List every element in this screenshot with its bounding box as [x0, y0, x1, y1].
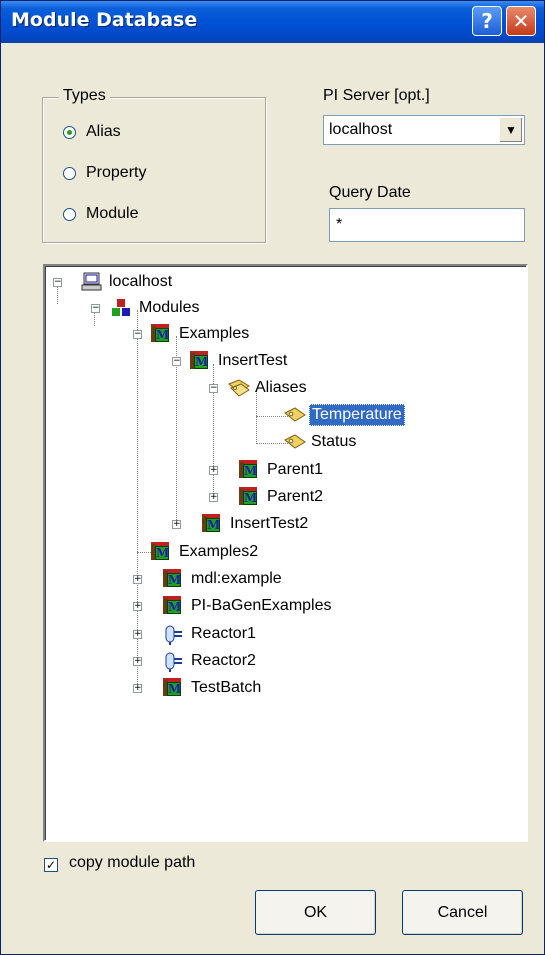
- title-bar[interactable]: Module Database ? ✕: [1, 1, 544, 43]
- expand-icon[interactable]: +: [133, 630, 142, 639]
- alias-tag-icon: [283, 432, 306, 452]
- radio-module[interactable]: Module: [63, 205, 138, 223]
- tree-node-label: PI-BaGenExamples: [191, 597, 332, 614]
- tree-node-label: Reactor2: [191, 652, 256, 669]
- module-icon: M: [163, 678, 183, 698]
- close-button[interactable]: ✕: [506, 6, 536, 36]
- query-date-input[interactable]: *: [329, 208, 525, 242]
- tree-node-label: Modules: [139, 299, 200, 316]
- tree-node-inserttest[interactable]: − M InsertTest: [172, 349, 289, 373]
- window-title: Module Database: [11, 9, 198, 31]
- module-icon: M: [239, 487, 259, 507]
- radio-alias-dot[interactable]: [63, 125, 76, 139]
- modules-icon: [111, 298, 131, 318]
- collapse-icon[interactable]: −: [91, 304, 100, 313]
- tree-node-label: InsertTest: [218, 352, 288, 369]
- tree-node-label: Reactor1: [191, 625, 256, 642]
- expand-icon[interactable]: +: [209, 493, 218, 502]
- tree-node-reactor1[interactable]: + Reactor1: [133, 622, 258, 646]
- chevron-down-icon[interactable]: ▼: [499, 117, 523, 143]
- tree-node-mdl-example[interactable]: + M mdl:example: [133, 567, 284, 591]
- alias-tag-icon: [283, 405, 306, 425]
- tree-node-label: Status: [311, 433, 357, 450]
- pi-server-icon: [81, 272, 102, 292]
- query-date-value: *: [336, 216, 343, 233]
- module-icon: M: [151, 324, 171, 344]
- collapse-icon[interactable]: −: [209, 384, 218, 393]
- tree-node-label: localhost: [109, 273, 173, 290]
- tree-node-testbatch[interactable]: + M TestBatch: [133, 676, 263, 700]
- tree-node-parent2[interactable]: + M Parent2: [209, 485, 325, 509]
- expand-icon[interactable]: +: [133, 684, 142, 693]
- tree-node-localhost[interactable]: − localhost: [53, 270, 174, 294]
- radio-property-label: Property: [86, 164, 147, 181]
- tree-node-label: Parent2: [267, 488, 324, 505]
- tree-node-label: Examples2: [179, 543, 259, 560]
- tree-node-aliases[interactable]: − Aliases: [209, 376, 309, 400]
- tree-node-label: InsertTest2: [230, 515, 309, 532]
- query-date-label: Query Date: [329, 184, 411, 201]
- tree-node-inserttest2[interactable]: + M InsertTest2: [172, 512, 310, 536]
- pi-server-combo[interactable]: localhost ▼: [323, 115, 525, 145]
- copy-path-checkbox[interactable]: ✓: [44, 858, 58, 872]
- radio-alias[interactable]: Alias: [63, 123, 121, 141]
- expand-icon[interactable]: +: [133, 602, 142, 611]
- module-icon: M: [163, 596, 183, 616]
- tree-node-pi-bagenexamples[interactable]: + M PI-BaGenExamples: [133, 594, 334, 618]
- collapse-icon[interactable]: −: [133, 330, 142, 339]
- aliases-folder-icon: [227, 378, 250, 398]
- module-icon: M: [151, 542, 171, 562]
- cancel-button[interactable]: Cancel: [402, 890, 523, 935]
- collapse-icon[interactable]: −: [172, 357, 181, 366]
- copy-path-label[interactable]: copy module path: [69, 854, 195, 872]
- types-legend: Types: [59, 87, 110, 105]
- module-icon: M: [202, 514, 222, 534]
- reactor-icon: [163, 624, 183, 645]
- help-button[interactable]: ?: [472, 6, 502, 36]
- tree-node-label: mdl:example: [191, 570, 282, 587]
- expand-icon[interactable]: +: [133, 575, 142, 584]
- pi-server-label: PI Server [opt.]: [323, 87, 430, 104]
- module-tree[interactable]: − localhost − Modules − M Examples − M I…: [43, 264, 528, 842]
- reactor-icon: [163, 651, 183, 672]
- radio-module-label: Module: [86, 205, 139, 222]
- tree-node-label: Parent1: [267, 461, 324, 478]
- tree-node-label: Aliases: [255, 379, 307, 396]
- tree-node-reactor2[interactable]: + Reactor2: [133, 649, 258, 673]
- tree-node-temperature[interactable]: Temperature: [283, 403, 405, 427]
- tree-node-parent1[interactable]: + M Parent1: [209, 458, 325, 482]
- module-database-dialog: Module Database ? ✕ Types Alias Property…: [0, 0, 545, 955]
- tree-node-status[interactable]: Status: [283, 430, 358, 454]
- tree-node-examples2[interactable]: M Examples2: [151, 540, 260, 564]
- tree-node-modules[interactable]: − Modules: [91, 296, 201, 320]
- radio-property[interactable]: Property: [63, 164, 146, 182]
- tree-node-label: Temperature: [309, 404, 405, 426]
- module-icon: M: [239, 460, 259, 480]
- pi-server-value: localhost: [329, 121, 393, 138]
- tree-line: [137, 552, 151, 553]
- module-icon: M: [190, 351, 210, 371]
- ok-button[interactable]: OK: [255, 890, 376, 935]
- radio-property-dot[interactable]: [63, 166, 76, 180]
- tree-node-label: TestBatch: [191, 679, 262, 696]
- radio-alias-label: Alias: [86, 123, 121, 140]
- tree-node-examples[interactable]: − M Examples: [133, 322, 251, 346]
- collapse-icon[interactable]: −: [53, 278, 62, 287]
- module-icon: M: [163, 569, 183, 589]
- radio-module-dot[interactable]: [63, 207, 76, 221]
- tree-node-label: Examples: [179, 325, 250, 342]
- expand-icon[interactable]: +: [172, 520, 181, 529]
- expand-icon[interactable]: +: [209, 466, 218, 475]
- expand-icon[interactable]: +: [133, 657, 142, 666]
